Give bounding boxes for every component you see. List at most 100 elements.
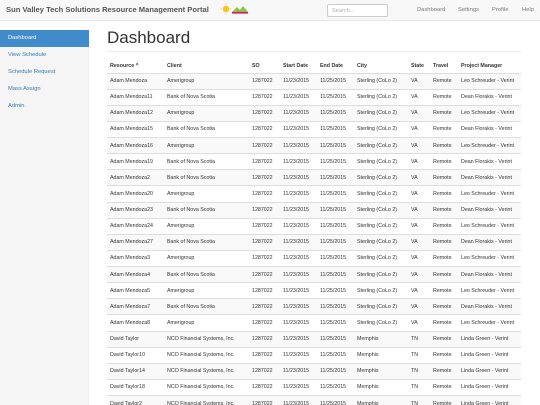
cell-city: Sterling (CoLo 2) bbox=[354, 282, 408, 299]
cell-so: 1287022 bbox=[249, 217, 280, 235]
table-row[interactable]: Adam Mendoza5 Amerigroup 1287022 11/23/2015… bbox=[107, 282, 521, 299]
nav-link-settings[interactable]: Settings bbox=[458, 7, 479, 13]
table-row[interactable]: Adam Mendoza24 Amerigroup 1287022 11/23/201… bbox=[107, 217, 521, 235]
table-row[interactable]: Adam Mendoza4 Bank of Nova Scotia 1287022 1… bbox=[107, 265, 521, 283]
cell-travel: Remote bbox=[430, 233, 458, 251]
cell-travel: Remote bbox=[430, 330, 458, 348]
cell-end-date: 11/25/2015 bbox=[317, 298, 354, 315]
cell-city: Sterling (CoLo 2) bbox=[354, 185, 408, 202]
table-body: Adam Mendoza Amerigroup 1287022 11/23/2015 1… bbox=[107, 72, 521, 405]
cell-client: Bank of Nova Scotia bbox=[164, 233, 249, 251]
page-title: Dashboard bbox=[107, 28, 191, 47]
cell-client: Bank of Nova Scotia bbox=[164, 169, 249, 186]
cell-travel: Remote bbox=[430, 201, 458, 219]
sidebar-item-dashboard[interactable]: Dashboard bbox=[0, 30, 89, 47]
cell-resource: Adam Mendoza23 bbox=[107, 201, 164, 219]
table-row[interactable]: Adam Mendoza11 Bank of Nova Scotia 1287022… bbox=[107, 88, 521, 106]
table-row[interactable]: Adam Mendoza23 Bank of Nova Scotia 1287022… bbox=[107, 201, 521, 219]
cell-travel: Remote bbox=[430, 378, 458, 396]
cell-city: Sterling (CoLo 2) bbox=[354, 136, 408, 154]
cell-end-date: 11/25/2015 bbox=[317, 136, 354, 154]
column-header-city[interactable]: City bbox=[354, 59, 408, 74]
cell-so: 1287022 bbox=[249, 265, 280, 283]
column-header-client[interactable]: Client bbox=[164, 59, 249, 74]
column-header-project-manager[interactable]: Project Manager bbox=[458, 59, 521, 74]
cell-client: Amerigroup bbox=[164, 314, 249, 331]
cell-resource: Adam Mendoza5 bbox=[107, 282, 164, 299]
cell-end-date: 11/25/2015 bbox=[317, 249, 354, 267]
sidebar-item-view-schedule[interactable]: View Schedule bbox=[0, 47, 89, 64]
cell-travel: Remote bbox=[430, 394, 458, 405]
cell-resource: Adam Mendoza4 bbox=[107, 265, 164, 283]
cell-resource: Adam Mendoza3 bbox=[107, 249, 164, 267]
cell-city: Sterling (CoLo 2) bbox=[354, 249, 408, 267]
cell-start-date: 11/23/2015 bbox=[280, 136, 317, 154]
cell-client: Bank of Nova Scotia bbox=[164, 88, 249, 106]
table-row[interactable]: Adam Mendoza8 Amerigroup 1287022 11/23/2015… bbox=[107, 314, 521, 331]
cell-project-manager: Leo Schreuder - Verint bbox=[458, 314, 521, 331]
table-row[interactable]: Adam Mendoza27 Bank of Nova Scotia 1287022… bbox=[107, 233, 521, 251]
cell-city: Sterling (CoLo 2) bbox=[354, 201, 408, 219]
cell-city: Sterling (CoLo 2) bbox=[354, 217, 408, 235]
table-row[interactable]: David Taylor14 NCO Financial Systems, Inc… bbox=[107, 362, 521, 380]
cell-project-manager: Dean Florakis - Verint bbox=[458, 298, 521, 315]
column-header-start-date[interactable]: Start Date bbox=[280, 59, 317, 74]
table-row[interactable]: Adam Mendoza20 Amerigroup 1287022 11/23/201… bbox=[107, 185, 521, 202]
table-row[interactable]: Adam Mendoza3 Amerigroup 1287022 11/23/2015… bbox=[107, 249, 521, 267]
sidebar-item-mass-assign[interactable]: Mass Assign bbox=[0, 81, 89, 98]
cell-project-manager: Leo Schreuder - Verint bbox=[458, 104, 521, 122]
cell-state: VA bbox=[408, 233, 430, 251]
cell-end-date: 11/25/2015 bbox=[317, 88, 354, 106]
cell-state: VA bbox=[408, 282, 430, 299]
cell-start-date: 11/23/2015 bbox=[280, 314, 317, 331]
table-row[interactable]: Adam Mendoza16 Amerigroup 1287022 11/23/201… bbox=[107, 136, 521, 154]
cell-end-date: 11/25/2015 bbox=[317, 282, 354, 299]
table-row[interactable]: David Taylor NCO Financial Systems, Inc. 1… bbox=[107, 330, 521, 348]
table-row[interactable]: David Taylor2 NCO Financial Systems, Inc.… bbox=[107, 394, 521, 405]
cell-project-manager: Linda Green - Verint bbox=[458, 394, 521, 405]
table-row[interactable]: David Taylor10 NCO Financial Systems, Inc… bbox=[107, 346, 521, 364]
cell-city: Sterling (CoLo 2) bbox=[354, 265, 408, 283]
table-row[interactable]: Adam Mendoza12 Amerigroup 1287022 11/23/201… bbox=[107, 104, 521, 122]
cell-start-date: 11/23/2015 bbox=[280, 217, 317, 235]
cell-client: Bank of Nova Scotia bbox=[164, 153, 249, 170]
table-row[interactable]: Adam Mendoza2 Bank of Nova Scotia 1287022 1… bbox=[107, 169, 521, 186]
cell-so: 1287022 bbox=[249, 169, 280, 186]
cell-end-date: 11/25/2015 bbox=[317, 346, 354, 364]
cell-resource: Adam Mendoza20 bbox=[107, 185, 164, 202]
sidebar-item-admin[interactable]: Admin bbox=[0, 98, 89, 115]
sidebar-item-schedule-request[interactable]: Schedule Request bbox=[0, 64, 89, 81]
column-header-so[interactable]: SO bbox=[249, 59, 280, 74]
cell-so: 1287022 bbox=[249, 120, 280, 138]
cell-city: Sterling (CoLo 2) bbox=[354, 104, 408, 122]
cell-end-date: 11/25/2015 bbox=[317, 169, 354, 186]
cell-project-manager: Leo Schreuder - Verint bbox=[458, 217, 521, 235]
cell-start-date: 11/23/2015 bbox=[280, 88, 317, 106]
nav-link-dashboard[interactable]: Dashboard bbox=[417, 7, 445, 13]
cell-state: VA bbox=[408, 169, 430, 186]
column-header-state[interactable]: State bbox=[408, 59, 430, 74]
column-header-end-date[interactable]: End Date bbox=[317, 59, 354, 74]
table-row[interactable]: Adam Mendoza19 Bank of Nova Scotia 1287022… bbox=[107, 153, 521, 170]
table-row[interactable]: Adam Mendoza Amerigroup 1287022 11/23/2015 1… bbox=[107, 72, 521, 90]
table-row[interactable]: Adam Mendoza7 Bank of Nova Scotia 1287022 1… bbox=[107, 298, 521, 315]
cell-resource: David Taylor bbox=[107, 330, 164, 348]
column-header-resource[interactable]: Resource ^ bbox=[107, 59, 164, 74]
cell-start-date: 11/23/2015 bbox=[280, 298, 317, 315]
table-row[interactable]: David Taylor18 NCO Financial Systems, Inc… bbox=[107, 378, 521, 396]
column-header-travel[interactable]: Travel bbox=[430, 59, 458, 74]
cell-project-manager: Dean Florakis - Verint bbox=[458, 153, 521, 170]
cell-client: Bank of Nova Scotia bbox=[164, 120, 249, 138]
cell-end-date: 11/25/2015 bbox=[317, 265, 354, 283]
cell-client: NCO Financial Systems, Inc. bbox=[164, 378, 249, 396]
nav-link-profile[interactable]: Profile bbox=[492, 7, 508, 13]
cell-so: 1287022 bbox=[249, 394, 280, 405]
cell-client: Amerigroup bbox=[164, 217, 249, 235]
cell-state: VA bbox=[408, 298, 430, 315]
nav-link-help[interactable]: Help bbox=[522, 7, 534, 13]
cell-project-manager: Leo Schreuder - Verint bbox=[458, 185, 521, 202]
cell-state: VA bbox=[408, 249, 430, 267]
table-row[interactable]: Adam Mendoza15 Bank of Nova Scotia 1287022… bbox=[107, 120, 521, 138]
cell-client: NCO Financial Systems, Inc. bbox=[164, 330, 249, 348]
cell-end-date: 11/25/2015 bbox=[317, 201, 354, 219]
